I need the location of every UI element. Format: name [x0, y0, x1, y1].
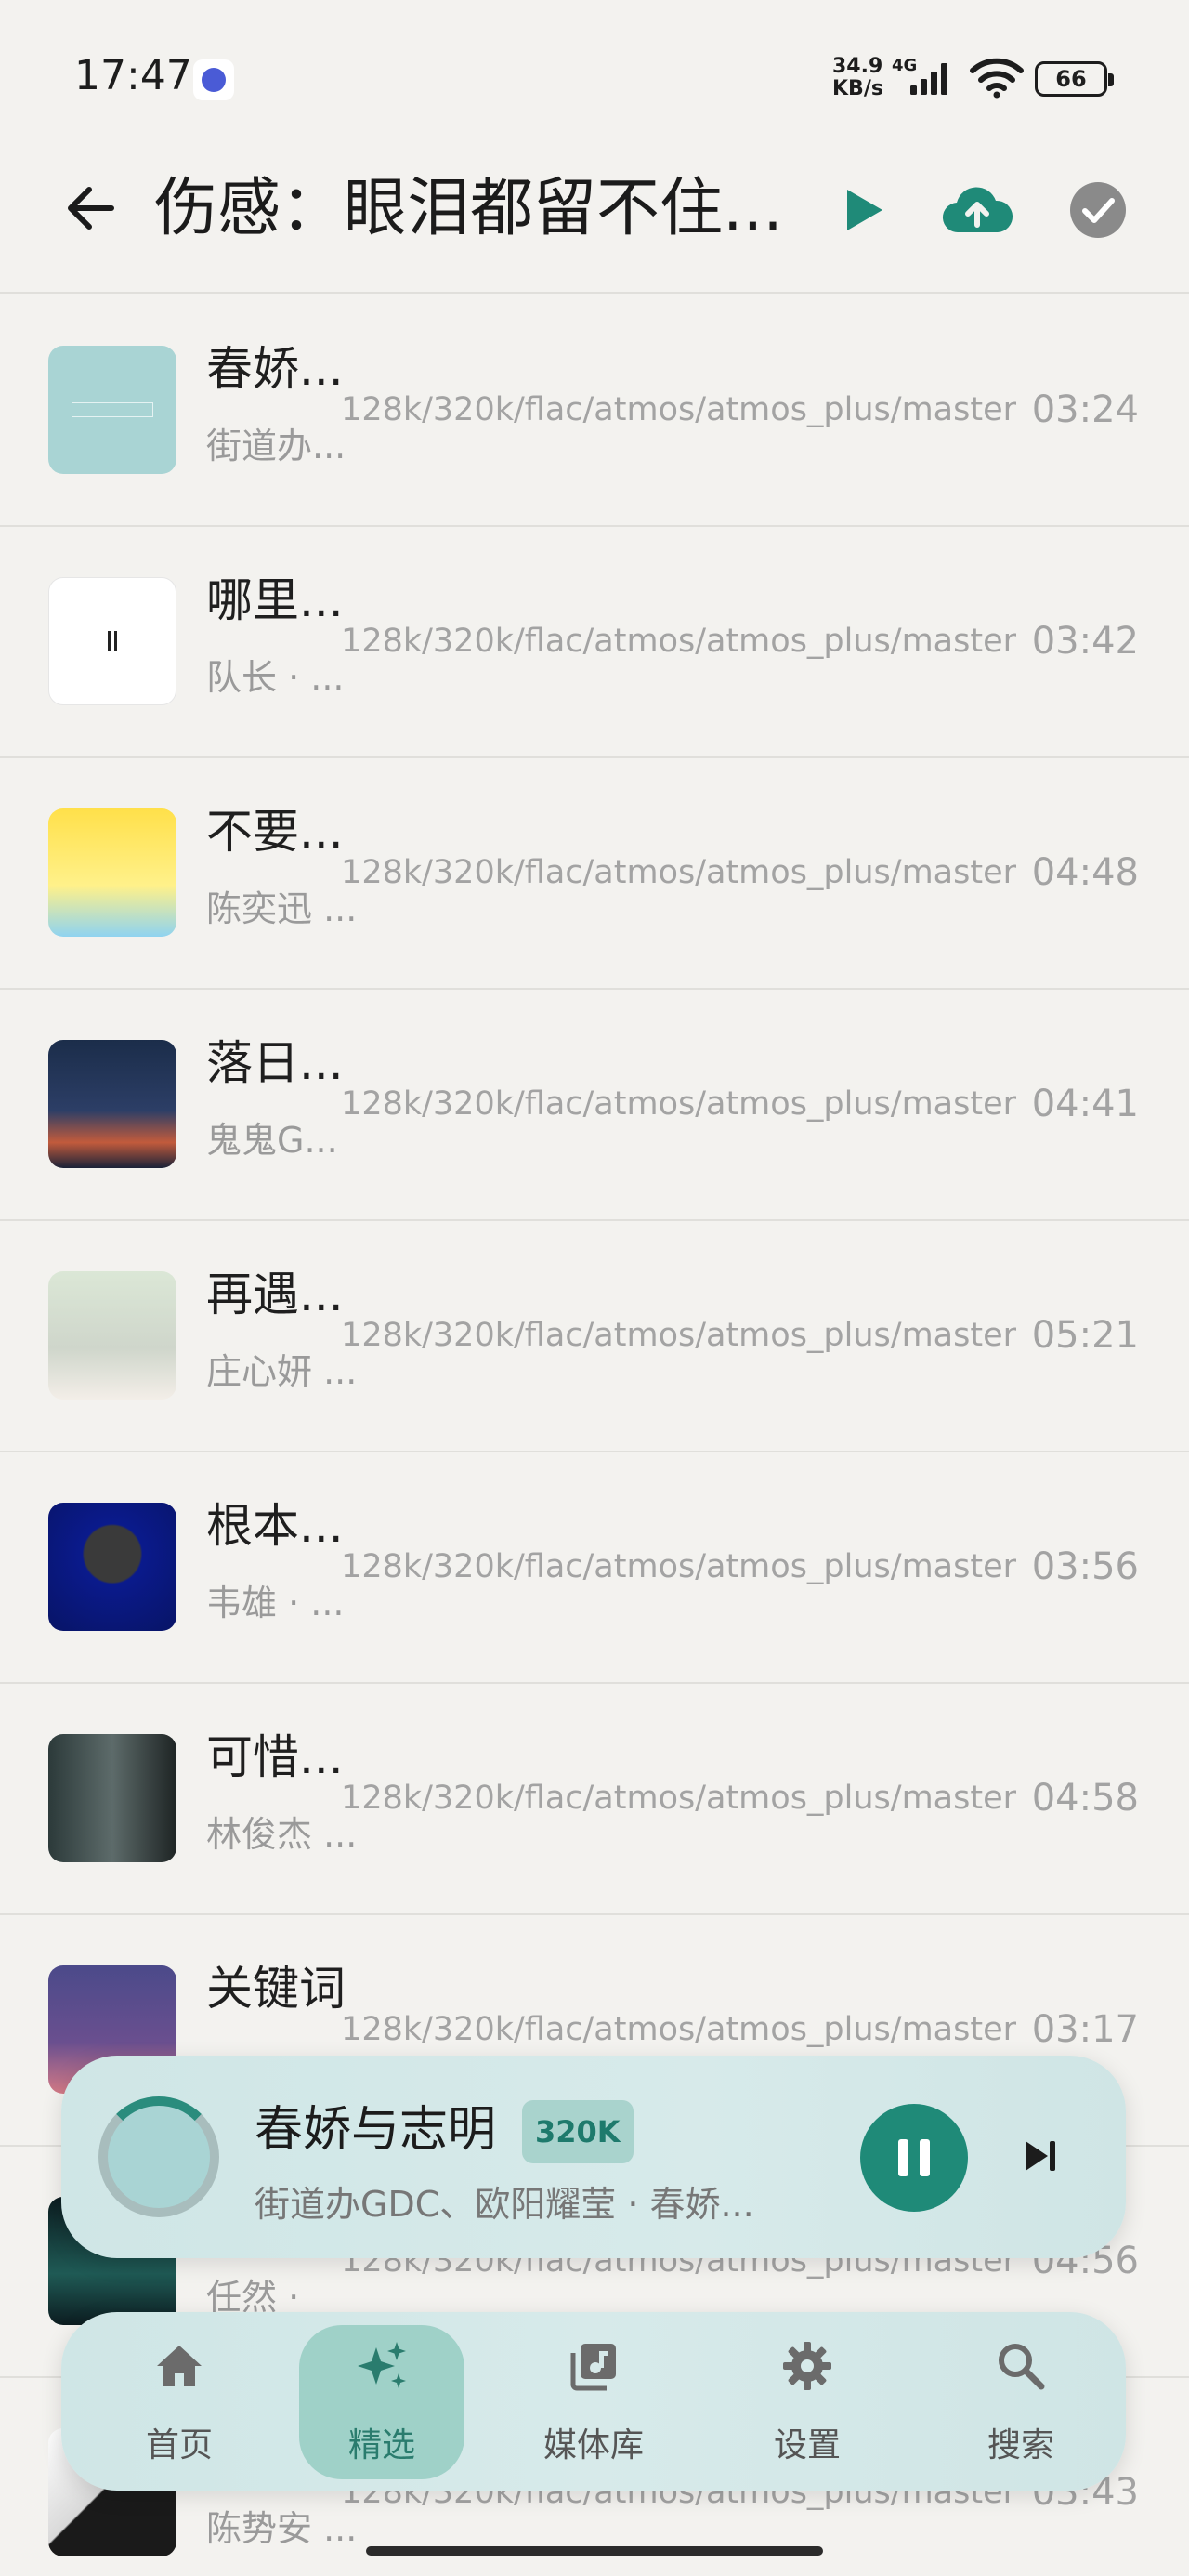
- nav-item-library[interactable]: 媒体库: [511, 2312, 676, 2491]
- signal-icon: [910, 63, 947, 95]
- nav-item-search[interactable]: 搜索: [938, 2312, 1104, 2491]
- pause-icon-bar: [920, 2139, 930, 2176]
- wifi-icon: [970, 58, 1024, 99]
- now-playing-title: 春娇与志明: [255, 2102, 497, 2158]
- song-quality: 128k/320k/flac/atmos/atmos_plus/master: [341, 1780, 1016, 1817]
- nav-item-featured[interactable]: 精选: [299, 2312, 464, 2491]
- song-row[interactable]: 再遇... 庄心妍 ... 128k/320k/flac/atmos/atmos…: [0, 1221, 1189, 1452]
- back-arrow-icon[interactable]: [59, 177, 123, 240]
- app-notification-icon: [193, 59, 234, 100]
- home-icon: [157, 2346, 202, 2386]
- bottom-nav: 首页 精选 媒体库 设置 搜索: [61, 2312, 1126, 2491]
- album-cover: [48, 808, 176, 937]
- play-all-icon[interactable]: [836, 184, 888, 236]
- mini-player[interactable]: 春娇与志明 320K 街道办GDC、欧阳耀莹 · 春娇...: [61, 2056, 1126, 2258]
- song-duration: 03:42: [1031, 620, 1139, 663]
- gear-icon: [783, 2342, 831, 2390]
- nav-label: 精选: [347, 2426, 415, 2464]
- song-duration: 04:48: [1031, 851, 1139, 894]
- cloud-upload-icon[interactable]: [940, 177, 1014, 243]
- album-cover: [48, 1503, 176, 1631]
- search-icon: [999, 2344, 1045, 2390]
- song-quality: 128k/320k/flac/atmos/atmos_plus/master: [341, 1085, 1016, 1123]
- song-row[interactable]: 可惜... 林俊杰 ... 128k/320k/flac/atmos/atmos…: [0, 1684, 1189, 1915]
- header: 伤感：眼泪都留不住...: [0, 139, 1189, 294]
- song-row[interactable]: 春娇... 街道办... 128k/320k/flac/atmos/atmos_…: [0, 296, 1189, 527]
- song-quality: 128k/320k/flac/atmos/atmos_plus/master: [341, 391, 1016, 428]
- network-speed: 34.9 KB/s: [832, 56, 883, 100]
- song-duration: 05:21: [1031, 1314, 1139, 1357]
- pause-button[interactable]: [860, 2104, 968, 2212]
- home-indicator[interactable]: [366, 2546, 823, 2556]
- song-row[interactable]: 不要... 陈奕迅 ... 128k/320k/flac/atmos/atmos…: [0, 758, 1189, 990]
- song-duration: 03:17: [1031, 2008, 1139, 2051]
- song-quality: 128k/320k/flac/atmos/atmos_plus/master: [341, 623, 1016, 660]
- album-cover: [48, 1271, 176, 1400]
- nav-label: 媒体库: [542, 2426, 644, 2464]
- nav-label: 搜索: [986, 2426, 1054, 2464]
- song-row[interactable]: 根本... 韦雄 · ... 128k/320k/flac/atmos/atmo…: [0, 1452, 1189, 1684]
- song-quality: 128k/320k/flac/atmos/atmos_plus/master: [341, 2011, 1016, 2048]
- page-title: 伤感：眼泪都留不住...: [154, 172, 783, 245]
- album-cover: [48, 1040, 176, 1168]
- status-time: 17:47: [74, 52, 192, 99]
- network-speed-value: 34.9: [832, 55, 883, 78]
- song-quality: 128k/320k/flac/atmos/atmos_plus/master: [341, 1317, 1016, 1354]
- network-speed-unit: KB/s: [832, 77, 883, 100]
- nav-label: 设置: [773, 2426, 841, 2464]
- pause-icon: [898, 2139, 908, 2176]
- album-cover: [48, 577, 176, 705]
- album-cover: [48, 1734, 176, 1862]
- song-quality: 128k/320k/flac/atmos/atmos_plus/master: [341, 854, 1016, 891]
- battery-indicator: 66: [1035, 61, 1114, 97]
- now-playing-cover[interactable]: [98, 2096, 219, 2217]
- status-bar: 17:47 34.9 KB/s 4G 66: [0, 0, 1189, 139]
- song-duration: 04:58: [1031, 1777, 1139, 1820]
- nav-label: 首页: [145, 2426, 213, 2464]
- song-row[interactable]: 落日... 鬼鬼G... 128k/320k/flac/atmos/atmos_…: [0, 990, 1189, 1221]
- skip-next-icon[interactable]: [1018, 2134, 1063, 2178]
- quality-badge[interactable]: 320K: [522, 2100, 634, 2163]
- song-duration: 03:56: [1031, 1545, 1139, 1588]
- now-playing-artist: 街道办GDC、欧阳耀莹 · 春娇...: [255, 2184, 754, 2225]
- album-cover: [48, 346, 176, 474]
- song-duration: 03:24: [1031, 388, 1139, 431]
- sparkle-icon: [358, 2342, 406, 2388]
- nav-item-home[interactable]: 首页: [97, 2312, 262, 2491]
- select-check-icon[interactable]: [1068, 180, 1128, 240]
- song-duration: 04:41: [1031, 1083, 1139, 1125]
- library-icon: [570, 2344, 616, 2391]
- nav-item-settings[interactable]: 设置: [725, 2312, 890, 2491]
- song-quality: 128k/320k/flac/atmos/atmos_plus/master: [341, 1548, 1016, 1585]
- song-row[interactable]: 哪里... 队长 · ... 128k/320k/flac/atmos/atmo…: [0, 527, 1189, 758]
